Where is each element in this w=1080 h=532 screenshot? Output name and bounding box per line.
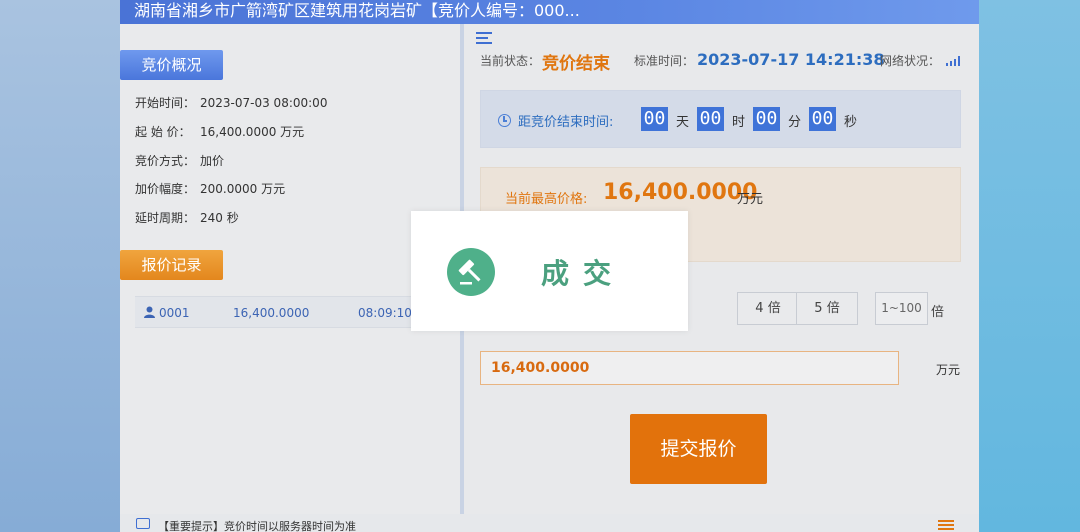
deal-overlay: 成交 [411, 211, 688, 331]
left-panel: 竞价概况 开始时间： 2023-07-03 08:00:00 起 始 价： 16,4… [120, 24, 460, 514]
desktop-background-right [979, 0, 1080, 532]
bid-amount-field[interactable]: 16,400.0000 [480, 351, 899, 385]
info-label: 加价幅度： [135, 182, 196, 196]
submit-bid-button[interactable]: 提交报价 [630, 414, 767, 484]
footer-notice: 【重要提示】竞价时间以服务器时间为准 [158, 520, 356, 532]
overview-tag: 竞价概况 [120, 50, 223, 80]
countdown-days: 00 [641, 107, 668, 131]
countdown-hours: 00 [697, 107, 724, 131]
highest-price-label: 当前最高价格: [505, 192, 588, 207]
list-icon[interactable] [938, 520, 954, 530]
std-time-label: 标准时间： [634, 54, 695, 68]
bid-amount: 16,400.0000 [233, 306, 310, 320]
signal-icon [946, 56, 962, 66]
info-start-time: 开始时间： 2023-07-03 08:00:00 [135, 94, 327, 111]
info-label: 竞价方式： [135, 154, 196, 168]
status-label: 当前状态： [480, 54, 541, 68]
hours-unit: 时 [732, 115, 746, 130]
table-row: 0001 16,400.0000 08:09:10.0 [135, 296, 435, 328]
std-time-value: 2023-07-17 14:21:38 [697, 50, 885, 69]
countdown-label: 距竞价结束时间: [518, 115, 614, 130]
deal-status-text: 成交 [541, 257, 626, 290]
info-value: 2023-07-03 08:00:00 [200, 96, 328, 110]
bid-amount-unit: 万元 [936, 363, 961, 377]
info-value: 200.0000 万元 [200, 182, 286, 196]
countdown-minutes: 00 [753, 107, 780, 131]
multiplier-4-button[interactable]: 4 倍 [737, 292, 799, 325]
countdown-seconds: 00 [809, 107, 836, 131]
info-value: 240 秒 [200, 211, 239, 225]
info-label: 起 始 价： [135, 125, 191, 139]
info-bid-method: 竞价方式： 加价 [135, 152, 224, 169]
records-tag: 报价记录 [120, 250, 223, 280]
footer-bar: 【重要提示】竞价时间以服务器时间为准 [120, 514, 979, 532]
info-start-price: 起 始 价： 16,400.0000 万元 [135, 123, 304, 140]
info-label: 开始时间： [135, 96, 196, 110]
highest-price-value: 16,400.0000 [603, 180, 758, 205]
info-value: 加价 [200, 154, 225, 168]
countdown-panel: 距竞价结束时间: 00 天 00 时 00 分 00 秒 [480, 90, 961, 148]
info-delay-period: 延时周期： 240 秒 [135, 209, 239, 226]
seconds-unit: 秒 [844, 115, 858, 130]
desktop-background-left [0, 0, 120, 532]
user-icon [144, 306, 155, 318]
network-label: 网络状况： [880, 54, 941, 68]
gavel-icon [447, 248, 495, 296]
info-label: 延时周期： [135, 211, 196, 225]
highest-price-unit: 万元 [737, 192, 764, 207]
multiplier-5-button[interactable]: 5 倍 [796, 292, 858, 325]
days-unit: 天 [676, 115, 690, 130]
clock-icon [498, 114, 511, 127]
multiplier-suffix: 倍 [931, 305, 945, 320]
info-value: 16,400.0000 万元 [200, 125, 305, 139]
info-increment: 加价幅度： 200.0000 万元 [135, 180, 285, 197]
window-title: 湖南省湘乡市广箭湾矿区建筑用花岗岩矿【竞价人编号：000... [120, 0, 979, 24]
bidder-id: 0001 [159, 306, 190, 320]
minutes-unit: 分 [788, 115, 802, 130]
message-icon [136, 518, 150, 529]
menu-icon[interactable] [476, 32, 494, 46]
status-value: 竞价结束 [542, 54, 610, 74]
custom-multiplier-input[interactable]: 1~100 [875, 292, 928, 325]
